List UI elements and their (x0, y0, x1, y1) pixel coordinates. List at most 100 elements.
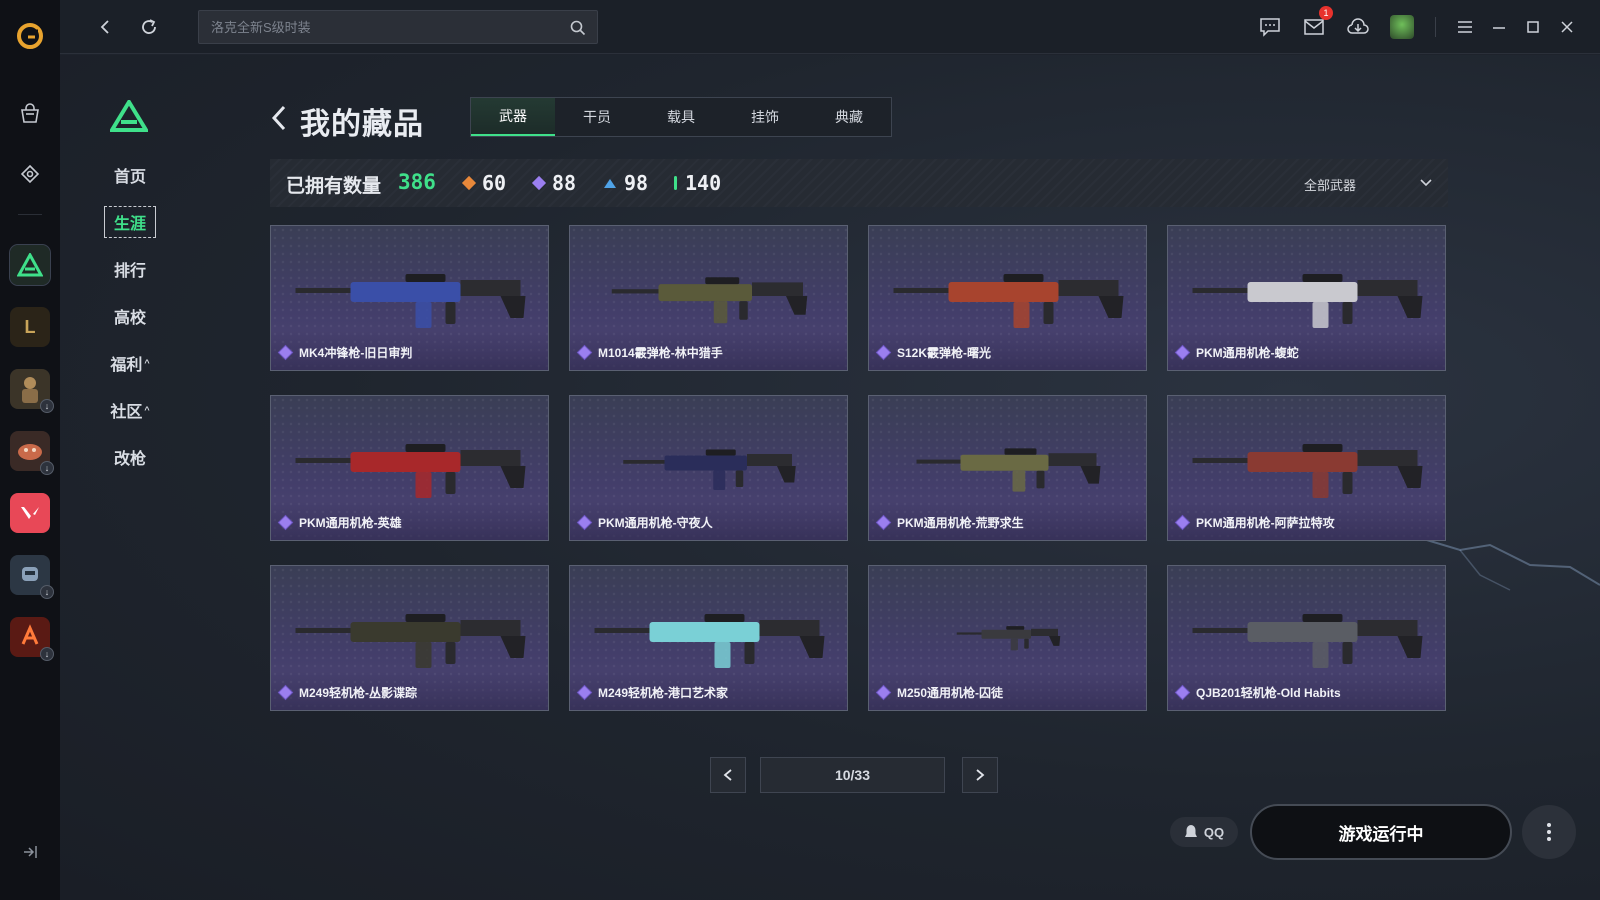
close-icon[interactable] (1552, 12, 1582, 42)
weapon-filter-dropdown[interactable]: 全部武器 (1304, 171, 1434, 195)
weapon-card[interactable]: M249轻机枪-港口艺术家 (569, 565, 848, 711)
section-menu: 首页 生涯 排行 高校 福利 ^ 社区 ^ 改枪 (100, 151, 160, 480)
weapon-name: PKM通用机枪-荒野求生 (897, 516, 1024, 530)
collapse-rail-icon[interactable] (20, 842, 40, 862)
weapon-card[interactable]: PKM通用机枪-英雄 (270, 395, 549, 541)
window-controls: 1 (1241, 6, 1582, 42)
rarity-blue-icon (604, 178, 616, 188)
download-manager-icon[interactable] (1343, 12, 1373, 42)
user-avatar[interactable] (1387, 12, 1417, 42)
page-indicator: 10/33 (760, 757, 945, 793)
rarity-purple-icon (279, 686, 292, 699)
menu-item-gunsmith[interactable]: 改枪 (100, 433, 160, 480)
collection-tabs: 武器 干员 载具 挂饰 典藏 (470, 97, 892, 137)
weapon-card[interactable]: QJB201轻机枪-Old Habits (1167, 565, 1446, 711)
game-robot-icon[interactable]: ↓ (10, 555, 54, 599)
top-bar: 1 (60, 0, 1600, 54)
menu-item-community[interactable]: 社区 ^ (100, 386, 160, 433)
game-center-icon[interactable] (8, 152, 52, 196)
rarity-count-purple: 88 (531, 171, 576, 195)
delta-force-logo (110, 100, 148, 132)
rarity-purple-icon (279, 346, 292, 359)
weapon-label: PKM通用机枪-荒野求生 (877, 514, 1024, 531)
menu-item-ranking[interactable]: 排行 (100, 245, 160, 292)
weapon-name: PKM通用机枪-阿萨拉特攻 (1196, 516, 1335, 530)
menu-icon[interactable] (1450, 12, 1480, 42)
weapon-card[interactable]: M249轻机枪-丛影谍踪 (270, 565, 549, 711)
refresh-icon[interactable] (136, 14, 162, 40)
maximize-icon[interactable] (1518, 12, 1548, 42)
qq-button[interactable]: QQ (1170, 817, 1238, 847)
weapon-card[interactable]: PKM通用机枪-荒野求生 (868, 395, 1147, 541)
weapon-label: PKM通用机枪-守夜人 (578, 514, 713, 531)
weapon-label: M250通用机枪-囚徒 (877, 684, 1004, 701)
rarity-purple-icon (1176, 346, 1189, 359)
weapon-name: M250通用机枪-囚徒 (897, 686, 1004, 700)
weapon-label: MK4冲锋枪-旧日审判 (279, 344, 412, 361)
search-box[interactable] (198, 10, 598, 44)
topbar-divider (1435, 17, 1436, 37)
weapon-name: S12K霰弹枪-曙光 (897, 346, 992, 360)
rarity-purple-icon (578, 346, 591, 359)
weapon-card[interactable]: PKM通用机枪-蝮蛇 (1167, 225, 1446, 371)
next-page-button[interactable] (962, 757, 998, 793)
weapon-label: M1014霰弹枪-林中猎手 (578, 344, 723, 361)
weapon-card[interactable]: S12K霰弹枪-曙光 (868, 225, 1147, 371)
weapon-label: PKM通用机枪-英雄 (279, 514, 402, 531)
game-monster-icon[interactable]: ↓ (10, 431, 54, 475)
menu-item-college[interactable]: 高校 (100, 292, 160, 339)
game-running-button[interactable]: 游戏运行中 (1250, 804, 1512, 860)
search-input[interactable] (199, 11, 597, 43)
game-league-of-legends-icon[interactable]: L (10, 307, 50, 347)
mail-badge: 1 (1319, 6, 1333, 20)
rarity-purple-icon (877, 686, 890, 699)
tab-charms[interactable]: 挂饰 (723, 98, 807, 136)
chat-icon[interactable] (1255, 12, 1285, 42)
rail-divider (18, 214, 42, 215)
weapon-card[interactable]: PKM通用机枪-守夜人 (569, 395, 848, 541)
search-icon[interactable] (569, 19, 587, 37)
app-logo[interactable] (14, 20, 46, 52)
rarity-purple-icon (578, 686, 591, 699)
tab-weapons[interactable]: 武器 (471, 98, 555, 136)
store-icon[interactable] (8, 92, 52, 136)
game-pubg-icon[interactable]: ↓ (10, 369, 54, 413)
rarity-purple-icon (877, 516, 890, 529)
weapon-card[interactable]: M1014霰弹枪-林中猎手 (569, 225, 848, 371)
rarity-count-green: 140 (674, 171, 721, 195)
weapon-name: PKM通用机枪-蝮蛇 (1196, 346, 1299, 360)
game-delta-force-icon[interactable] (9, 244, 51, 286)
rarity-purple-icon (877, 346, 890, 359)
menu-item-welfare[interactable]: 福利 ^ (100, 339, 160, 386)
tab-operators[interactable]: 干员 (555, 98, 639, 136)
prev-page-button[interactable] (710, 757, 746, 793)
weapon-label: QJB201轻机枪-Old Habits (1176, 684, 1341, 701)
weapon-name: QJB201轻机枪-Old Habits (1196, 686, 1341, 700)
weapon-label: M249轻机枪-丛影谍踪 (279, 684, 417, 701)
rarity-purple-icon (1176, 686, 1189, 699)
weapon-card[interactable]: M250通用机枪-囚徒 (868, 565, 1147, 711)
minimize-icon[interactable] (1484, 12, 1514, 42)
tab-vehicles[interactable]: 载具 (639, 98, 723, 136)
game-martial-icon[interactable]: ↓ (10, 617, 54, 661)
weapon-label: M249轻机枪-港口艺术家 (578, 684, 728, 701)
download-icon: ↓ (40, 585, 54, 599)
more-options-icon[interactable] (1522, 805, 1576, 859)
menu-item-career[interactable]: 生涯 (100, 198, 160, 245)
rarity-purple-icon (578, 516, 591, 529)
game-valorant-icon[interactable] (10, 493, 50, 533)
tab-collection[interactable]: 典藏 (807, 98, 891, 136)
mail-icon[interactable]: 1 (1299, 6, 1333, 42)
menu-item-home[interactable]: 首页 (100, 151, 160, 198)
weapon-card[interactable]: PKM通用机枪-阿萨拉特攻 (1167, 395, 1446, 541)
download-icon: ↓ (40, 461, 54, 475)
weapon-card[interactable]: MK4冲锋枪-旧日审判 (270, 225, 549, 371)
page-back-icon[interactable] (268, 103, 290, 133)
back-icon[interactable] (92, 14, 118, 40)
download-icon: ↓ (40, 399, 54, 413)
chevron-up-icon: ^ (144, 404, 150, 415)
ownership-stats-bar: 已拥有数量 386 60 88 98 140 全部武器 (270, 159, 1448, 207)
app-rail: L ↓ ↓ ↓ ↓ (0, 0, 60, 900)
weapon-name: M1014霰弹枪-林中猎手 (598, 346, 723, 360)
page-title: 我的藏品 (300, 108, 424, 141)
